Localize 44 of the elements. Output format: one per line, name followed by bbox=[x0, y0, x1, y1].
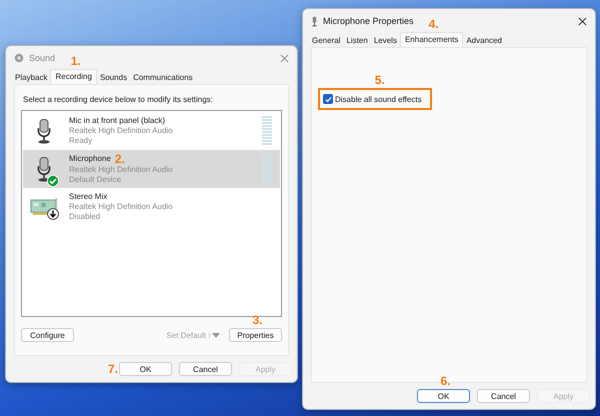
device-name: Stereo Mix bbox=[69, 192, 108, 202]
step-number: 6. bbox=[440, 375, 450, 387]
tab[interactable]: Sounds bbox=[96, 71, 130, 84]
step-number: 4. bbox=[428, 18, 439, 30]
device-item[interactable]: Mic in at front panel (black) Realtek High Definition Audio Ready bbox=[23, 112, 280, 150]
microphone-icon bbox=[36, 118, 52, 144]
tab[interactable]: Playback bbox=[12, 71, 50, 84]
tab[interactable]: Levels bbox=[370, 34, 400, 47]
device-name: Mic in at front panel (black) bbox=[69, 116, 166, 126]
instruction-text: Select a recording device below to modify its settings: bbox=[23, 95, 214, 104]
dialog-button[interactable]: OK bbox=[119, 362, 172, 376]
window-title: Sound bbox=[29, 53, 56, 63]
step-number: 3. bbox=[252, 314, 262, 326]
checkmark-icon bbox=[324, 96, 332, 102]
checkbox[interactable] bbox=[323, 94, 333, 104]
device-driver: Realtek High Definition Audio bbox=[69, 126, 174, 136]
device-status: Disabled bbox=[69, 212, 102, 222]
step-number: 7. bbox=[108, 363, 118, 375]
dialog-button[interactable]: Cancel bbox=[477, 389, 530, 403]
device-driver: Realtek High Definition Audio bbox=[69, 165, 174, 175]
tab[interactable]: Listen bbox=[343, 34, 371, 47]
window-title: Microphone Properties bbox=[323, 16, 414, 26]
tab[interactable]: Enhancements bbox=[400, 32, 464, 47]
speaker-icon bbox=[14, 53, 24, 63]
tab[interactable]: Communications bbox=[130, 71, 196, 84]
close-icon[interactable] bbox=[578, 16, 587, 26]
dialog-button[interactable]: OK bbox=[417, 389, 470, 403]
disable-effects-checkbox[interactable]: Disable all sound effects bbox=[323, 94, 422, 104]
device-status: Default Device bbox=[69, 175, 122, 185]
dialog-button[interactable]: Cancel bbox=[179, 362, 232, 376]
tab[interactable]: Advanced bbox=[463, 34, 505, 47]
tab[interactable]: Recording bbox=[50, 69, 97, 84]
configure-button[interactable]: Configure bbox=[21, 328, 74, 342]
step-number: 5. bbox=[374, 74, 385, 86]
device-name: Microphone bbox=[69, 154, 111, 164]
device-status: Ready bbox=[69, 136, 94, 146]
properties-button[interactable]: Properties bbox=[229, 328, 282, 342]
device-driver: Realtek High Definition Audio bbox=[69, 202, 174, 212]
microphone-icon bbox=[311, 16, 318, 26]
step-number: 1. bbox=[70, 55, 81, 67]
step-number: 2. bbox=[114, 153, 125, 165]
tab[interactable]: General bbox=[309, 34, 344, 47]
device-item[interactable]: Microphone 2. Realtek High Definition Audio Default Device bbox=[23, 150, 280, 188]
microphone-icon bbox=[36, 156, 52, 182]
